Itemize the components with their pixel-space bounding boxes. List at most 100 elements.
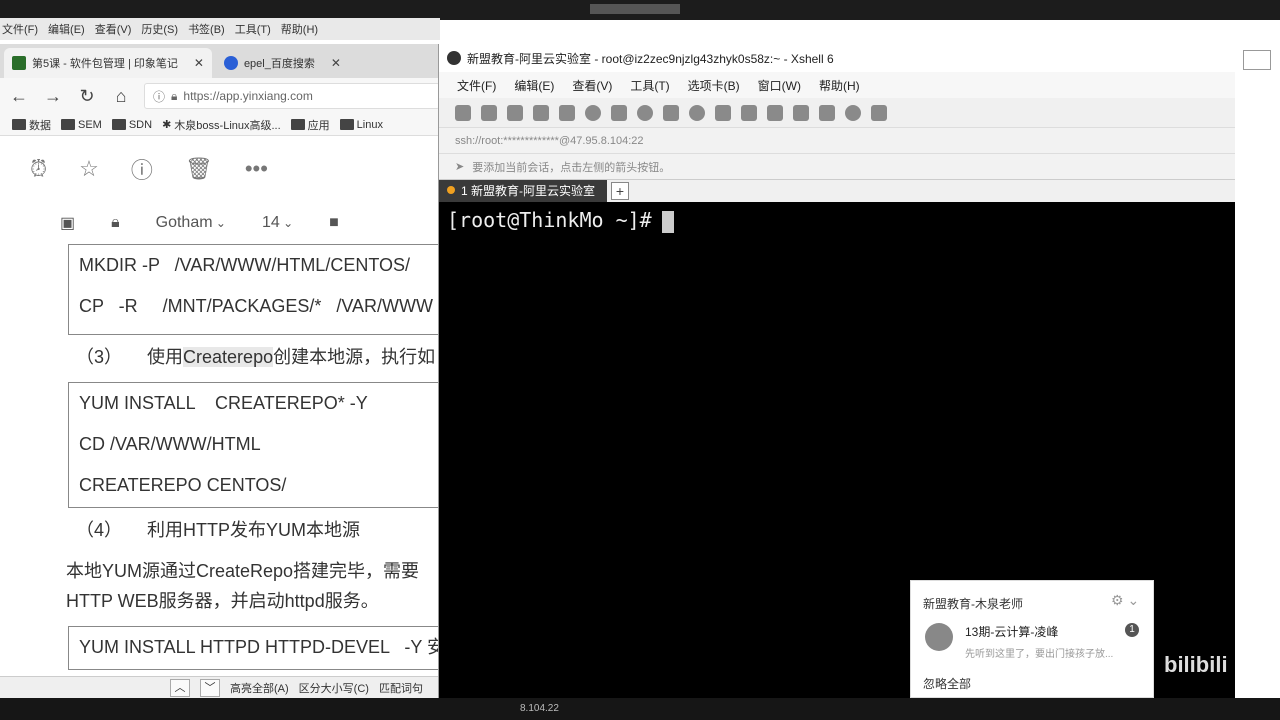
tab-evernote[interactable]: 第5课 - 软件包管理 | 印象笔记 ✕ [4, 48, 212, 78]
pen-icon[interactable] [663, 104, 679, 121]
code-block-3: YUM INSTALL HTTPD HTTPD-DEVEL -Y 安装 [68, 626, 468, 670]
lock-icon[interactable]: 🔒︎ [111, 214, 120, 232]
step4-heading: （4） 利用HTTP发布YUM本地源 [76, 520, 361, 540]
session-address-bar[interactable]: ssh://root:*************@47.95.8.104:22 [439, 128, 1280, 154]
whole-word-option[interactable]: 匹配词句 [379, 680, 423, 696]
bookmark-linux[interactable]: Linux [339, 119, 383, 131]
forward-icon[interactable]: → [42, 86, 64, 107]
menu-item[interactable]: 帮助(H) [281, 21, 318, 37]
add-tab-button[interactable]: + [611, 182, 630, 200]
bookmark-apps[interactable]: 应用 [290, 117, 330, 133]
side-panel [1235, 44, 1280, 698]
xftp-icon[interactable] [689, 104, 705, 121]
gear-icon: ✱ [162, 119, 172, 131]
fullscreen-icon[interactable] [741, 104, 757, 121]
globe-icon[interactable] [637, 104, 653, 121]
back-icon[interactable]: ← [8, 86, 30, 107]
unlink-icon[interactable] [533, 104, 549, 121]
link-icon[interactable] [507, 104, 523, 121]
code-line: MKDIR -P /VAR/WWW/HTML/CENTOS/ [79, 255, 411, 275]
menu-item[interactable]: 文件(F) [457, 77, 496, 94]
help-icon[interactable] [845, 104, 861, 121]
menu-item[interactable]: 工具(T) [235, 21, 271, 37]
new-session-icon[interactable] [455, 104, 471, 121]
menu-item[interactable]: 文件(F) [2, 21, 38, 37]
find-prev-button[interactable]: ︿ [170, 678, 190, 697]
menu-item[interactable]: 编辑(E) [48, 21, 85, 37]
bookmark-sdn[interactable]: SDN [111, 119, 152, 131]
window-title: 新盟教育-阿里云实验室 - root@iz2zec9njzlg43zhyk0s5… [467, 51, 834, 66]
info-icon[interactable]: ⓘ [153, 88, 165, 105]
cursor [661, 210, 674, 233]
font-select[interactable]: Gotham [156, 214, 226, 232]
paragraph-line: HTTP WEB服务器，并启动httpd服务。 [66, 591, 379, 611]
menu-item[interactable]: 窗口(W) [758, 77, 801, 94]
bilibili-watermark: bilibili [1164, 652, 1228, 677]
menu-item[interactable]: 查看(V) [572, 77, 612, 94]
font-size-select[interactable]: 14 [262, 214, 293, 232]
record-icon[interactable] [715, 104, 731, 121]
browser-menubar: 文件(F) 编辑(E) 查看(V) 历史(S) 书签(B) 工具(T) 帮助(H… [0, 18, 440, 40]
folder-icon [61, 119, 75, 130]
star-icon[interactable]: ☆ [79, 156, 99, 182]
menu-item[interactable]: 查看(V) [95, 21, 132, 37]
tab-title: 第5课 - 软件包管理 | 印象笔记 [32, 58, 178, 70]
keyboard-icon[interactable] [793, 104, 809, 121]
chat-notification[interactable]: 新盟教育-木泉老师 ⚙ ⌄ 13期-云计算-凌峰 先听到这里了，要出门接孩子放.… [910, 580, 1154, 698]
menu-item[interactable]: 帮助(H) [819, 77, 860, 94]
more-icon[interactable]: ••• [245, 156, 268, 182]
lock-icon[interactable] [767, 104, 783, 121]
menu-item[interactable]: 编辑(E) [514, 77, 554, 94]
bookmark-sem[interactable]: SEM [61, 119, 102, 131]
code-line: CD /VAR/WWW/HTML [79, 434, 261, 454]
session-tab[interactable]: 1 新盟教育-阿里云实验室 [439, 180, 608, 202]
match-case-option[interactable]: 区分大小写(C) [299, 680, 369, 696]
bookmark-data[interactable]: 数据 [12, 117, 51, 133]
tab-title: epel_百度搜索 [243, 58, 315, 70]
bookmark-linux-course[interactable]: ✱ 木泉boss-Linux高级... [162, 117, 281, 133]
home-icon[interactable]: ⌂ [110, 86, 132, 107]
search-icon[interactable] [585, 104, 601, 121]
unread-badge: 1 [1125, 623, 1139, 637]
find-next-button[interactable]: ﹀ [200, 678, 220, 697]
open-folder-icon[interactable] [481, 104, 497, 121]
ignore-all-button[interactable]: 忽略全部 [923, 675, 971, 692]
chat-icon[interactable] [871, 104, 887, 121]
sender-name: 13期-云计算-凌峰 [965, 625, 1059, 639]
reminder-icon[interactable]: ⏰︎ [30, 156, 47, 182]
paragraph-line: 本地YUM源通过CreateRepo搭建完毕，需要 [66, 561, 420, 581]
compose-icon[interactable] [819, 104, 835, 121]
bookmarks-bar: 数据 SEM SDN ✱ 木泉boss-Linux高级... 应用 Linux [0, 114, 440, 136]
folder-icon [339, 119, 354, 130]
window-button[interactable] [1243, 50, 1271, 70]
highlight-all-option[interactable]: 高亮全部(A) [230, 680, 289, 696]
trash-icon[interactable]: 🗑︎ [185, 156, 213, 182]
menu-item[interactable]: 书签(B) [188, 21, 225, 37]
note-toolbar: ⏰︎ ☆ ⓘ 🗑︎ ••• [0, 140, 440, 198]
reload-icon[interactable]: ↻ [76, 86, 98, 107]
code-line: YUM INSTALL HTTPD HTTPD-DEVEL -Y 安装 [79, 637, 464, 657]
folder-icon [290, 119, 305, 130]
tab-baidu[interactable]: epel_百度搜索 ✕ [215, 48, 349, 78]
browser-navbar: ← → ↻ ⌂ ⓘ 🔒︎ https://app.yinxiang.com [0, 78, 440, 114]
address-bar[interactable]: ⓘ 🔒︎ https://app.yinxiang.com [144, 83, 440, 109]
arrow-icon[interactable]: ➤ [455, 160, 464, 173]
close-icon[interactable]: ✕ [331, 56, 341, 70]
attach-icon[interactable]: ▣ [60, 213, 75, 233]
menu-item[interactable]: 工具(T) [630, 77, 669, 94]
taskbar-text: 8.104.22 [520, 703, 559, 714]
info-icon[interactable]: ⓘ [131, 153, 153, 185]
close-icon[interactable]: ✕ [194, 56, 204, 70]
avatar [925, 623, 953, 651]
menu-item[interactable]: 历史(S) [141, 21, 178, 37]
settings-icon[interactable]: ⚙ ⌄ [1111, 592, 1139, 609]
print-icon[interactable] [611, 104, 627, 121]
color-icon[interactable]: ■ [329, 214, 339, 232]
xshell-titlebar: 新盟教育-阿里云实验室 - root@iz2zec9njzlg43zhyk0s5… [439, 44, 1280, 72]
evernote-icon [12, 56, 26, 70]
xshell-logo-icon [447, 51, 461, 65]
menu-item[interactable]: 选项卡(B) [688, 77, 740, 94]
baidu-icon [223, 56, 238, 70]
copy-icon[interactable] [559, 104, 575, 121]
folder-icon [12, 119, 26, 130]
